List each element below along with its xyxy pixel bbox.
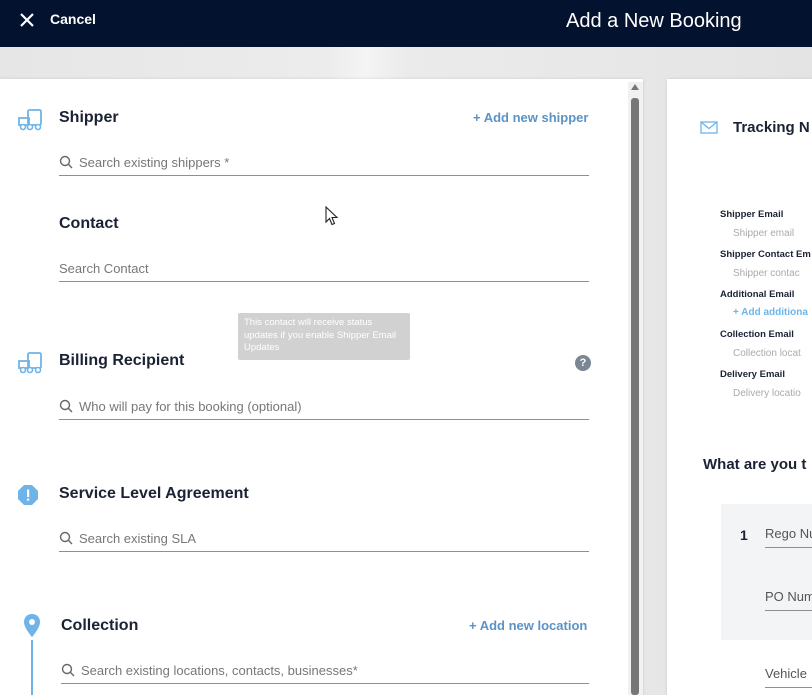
sla-title: Service Level Agreement [59, 485, 249, 502]
additional-email-label: Additional Email [720, 289, 795, 300]
items-question: What are you t [703, 456, 807, 473]
search-icon [59, 531, 73, 545]
shipper-search-input[interactable] [79, 150, 579, 174]
shipper-contact-email-label: Shipper Contact Em [720, 249, 811, 260]
add-additional-email-link[interactable]: + Add additiona [733, 307, 808, 318]
collection-title: Collection [61, 617, 139, 634]
shipper-email-label: Shipper Email [720, 209, 784, 220]
alert-icon [18, 485, 38, 505]
collection-email-field[interactable]: Collection locat [733, 348, 801, 359]
close-icon[interactable] [18, 11, 36, 29]
item-row [721, 504, 812, 640]
search-icon [61, 663, 75, 677]
vehicle-field[interactable]: Vehicle [765, 666, 812, 688]
page-title: Add a New Booking [566, 10, 742, 32]
shipper-title: Shipper [59, 109, 119, 126]
delivery-email-field[interactable]: Delivery locatio [733, 388, 801, 399]
scrollbar-thumb[interactable] [631, 98, 639, 695]
collection-email-label: Collection Email [720, 329, 794, 340]
collection-search-field[interactable] [61, 658, 589, 684]
sla-search-input[interactable] [79, 526, 579, 550]
item-number: 1 [740, 527, 748, 543]
mouse-cursor-icon [325, 206, 339, 226]
delivery-email-label: Delivery Email [720, 369, 785, 380]
billing-search-field[interactable] [59, 394, 589, 420]
route-line [31, 640, 33, 695]
po-number-field[interactable]: PO Num [765, 589, 812, 611]
shipper-contact-email-field[interactable]: Shipper contac [733, 268, 800, 279]
sla-search-field[interactable] [59, 526, 589, 552]
add-new-location-link[interactable]: + Add new location [469, 618, 587, 633]
truck-icon [18, 352, 42, 374]
rego-number-field[interactable]: Rego Nu [765, 526, 812, 548]
top-bar: Cancel Add a New Booking [0, 0, 812, 47]
location-pin-icon [24, 614, 40, 637]
tracking-title: Tracking N [733, 119, 810, 136]
search-icon [59, 155, 73, 169]
scroll-up-arrow-icon[interactable] [631, 84, 639, 90]
contact-search-field[interactable] [59, 256, 589, 282]
truck-icon [18, 109, 42, 131]
billing-search-input[interactable] [79, 394, 579, 418]
shipper-search-field[interactable] [59, 150, 589, 176]
billing-recipient-title: Billing Recipient [59, 352, 185, 369]
contact-tooltip: This contact will receive status updates… [238, 313, 410, 360]
collection-search-input[interactable] [81, 658, 581, 682]
form-scrollbar[interactable] [628, 82, 643, 695]
shipper-email-field[interactable]: Shipper email [733, 228, 794, 239]
search-icon [59, 399, 73, 413]
contact-search-input[interactable] [59, 256, 579, 280]
contact-title: Contact [59, 215, 119, 232]
envelope-icon [700, 121, 718, 134]
help-icon[interactable]: ? [575, 355, 591, 371]
cancel-button[interactable]: Cancel [50, 11, 96, 27]
add-new-shipper-link[interactable]: + Add new shipper [473, 110, 588, 125]
